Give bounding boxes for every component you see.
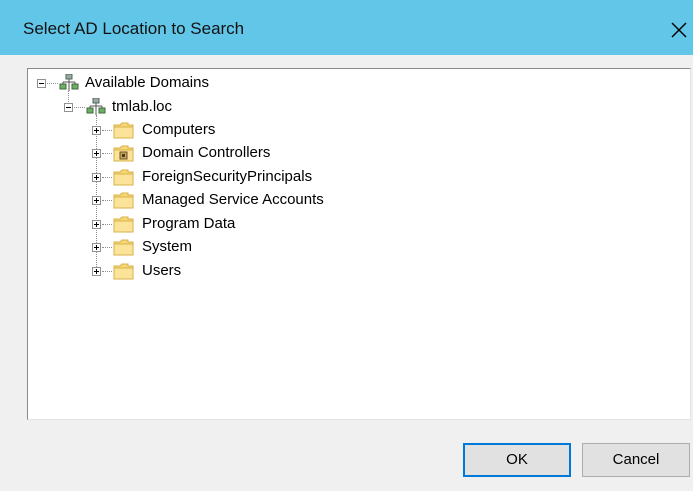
tree-node-label: System	[142, 238, 193, 255]
tree-node-label: Users	[142, 262, 182, 279]
tree-line	[102, 177, 112, 178]
tree-node-users[interactable]: Users	[28, 260, 428, 282]
tree-line	[74, 107, 85, 108]
collapse-toggle[interactable]	[37, 79, 46, 88]
tree-node-domain-controllers[interactable]: Domain Controllers	[28, 142, 428, 164]
expand-toggle[interactable]	[92, 173, 101, 182]
expand-toggle[interactable]	[92, 267, 101, 276]
folder-icon	[113, 122, 134, 139]
tree-node-available-domains[interactable]: Available Domains	[28, 72, 328, 94]
expand-toggle[interactable]	[92, 126, 101, 135]
domain-icon	[86, 98, 106, 115]
ok-button[interactable]: OK	[463, 443, 571, 477]
tree-node-program-data[interactable]: Program Data	[28, 213, 428, 235]
expand-toggle[interactable]	[92, 243, 101, 252]
window-title: Select AD Location to Search	[23, 19, 245, 38]
tree-node-label: Program Data	[142, 215, 236, 232]
tree-node-foreign-security-principals[interactable]: ForeignSecurityPrincipals	[28, 166, 428, 188]
folder-icon	[113, 239, 134, 256]
expand-toggle[interactable]	[92, 220, 101, 229]
tree-line	[102, 224, 112, 225]
expand-toggle[interactable]	[92, 149, 101, 158]
tree-line	[102, 130, 112, 131]
folder-icon	[113, 216, 134, 233]
expand-toggle[interactable]	[92, 196, 101, 205]
tree-node-managed-service-accounts[interactable]: Managed Service Accounts	[28, 189, 428, 211]
tree-node-label: Managed Service Accounts	[142, 191, 324, 208]
tree-node-label: ForeignSecurityPrincipals	[142, 168, 313, 185]
folder-icon	[113, 169, 134, 186]
folder-icon	[113, 192, 134, 209]
tree-node-label: Computers	[142, 121, 216, 138]
close-icon	[671, 22, 687, 38]
tree-line	[102, 271, 112, 272]
location-tree[interactable]: Available Domains tmlab.loc Computers Do…	[27, 68, 691, 420]
ou-folder-icon	[113, 145, 134, 162]
folder-icon	[113, 263, 134, 280]
tree-node-label: tmlab.loc	[112, 98, 173, 115]
tree-node-system[interactable]: System	[28, 236, 428, 258]
tree-node-domain[interactable]: tmlab.loc	[28, 96, 328, 118]
tree-line	[102, 153, 112, 154]
domain-tree-icon	[59, 74, 79, 91]
tree-node-label: Available Domains	[85, 74, 209, 91]
tree-line	[102, 247, 112, 248]
tree-line	[47, 83, 58, 84]
tree-line	[102, 200, 112, 201]
tree-node-label: Domain Controllers	[142, 144, 271, 161]
close-button[interactable]	[665, 14, 693, 44]
tree-node-computers[interactable]: Computers	[28, 119, 428, 141]
cancel-button[interactable]: Cancel	[582, 443, 690, 477]
collapse-toggle[interactable]	[64, 103, 73, 112]
title-bar: Select AD Location to Search	[0, 0, 693, 55]
